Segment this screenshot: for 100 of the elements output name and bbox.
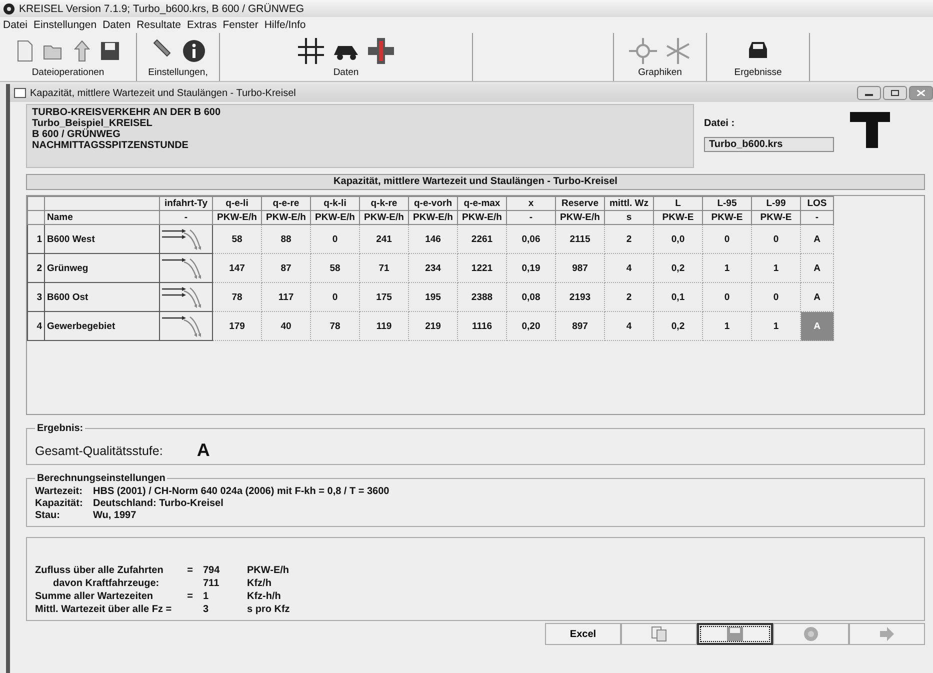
file-label: Datei : <box>704 118 736 129</box>
table-cell: 175 <box>360 282 408 312</box>
unit-cell: s <box>604 210 654 224</box>
table-cell: 0 <box>702 224 752 254</box>
summary-unit: Kfz/h <box>247 577 272 590</box>
unit-cell: PKW-E/h <box>556 210 604 224</box>
table-cell: 0 <box>752 282 800 312</box>
summary-unit: Kfz-h/h <box>247 590 281 603</box>
crossing-icon[interactable] <box>298 38 324 64</box>
column-header: x <box>506 196 556 210</box>
table-cell: 0,2 <box>654 254 702 282</box>
table-cell: 78 <box>310 312 360 340</box>
table-cell: 2193 <box>556 282 604 312</box>
table-cell: 146 <box>408 224 458 254</box>
save-icon[interactable] <box>100 41 120 61</box>
save-icon <box>726 626 744 642</box>
table-cell: 4 <box>604 312 654 340</box>
toolbar-label: Ergebnisse <box>734 67 782 78</box>
table-cell: 0 <box>310 282 360 312</box>
unit-cell: PKW-E/h <box>262 210 310 224</box>
group-legend: Ergebnis: <box>35 423 86 434</box>
project-text: TURBO-KREISVERKEHR AN DER B 600 <box>32 107 222 118</box>
equals-sign: = <box>187 590 193 603</box>
table-cell: 1221 <box>458 254 506 282</box>
table-cell: 1 <box>702 254 752 282</box>
save-button[interactable] <box>697 623 773 645</box>
group-legend: Berechnungseinstellungen <box>35 473 168 484</box>
unit-cell: PKW-E <box>752 210 800 224</box>
los-cell[interactable]: A <box>800 312 834 340</box>
window-icon <box>14 88 26 98</box>
table-cell: B600 Ost <box>44 282 160 312</box>
menu-item[interactable]: Hilfe/Info <box>264 19 306 31</box>
table-cell: 2261 <box>458 224 506 254</box>
table-cell: 40 <box>262 312 310 340</box>
excel-button[interactable]: Excel <box>545 623 621 645</box>
menu-item[interactable]: Extras <box>186 19 217 31</box>
column-header: q-e-re <box>262 196 310 210</box>
table-cell: 0,19 <box>506 254 556 282</box>
table-cell: 0,20 <box>506 312 556 340</box>
column-header: L <box>654 196 702 210</box>
table-cell: 987 <box>556 254 604 282</box>
table-cell: 195 <box>408 282 458 312</box>
table-cell: 119 <box>360 312 408 340</box>
window-title: KREISEL Version 7.1.9; Turbo_b600.krs, B 600 / GRÜNWEG <box>19 2 304 14</box>
los-cell[interactable]: A <box>800 224 834 254</box>
table-cell: 0 <box>310 224 360 254</box>
summary-label: davon Kraftfahrzeuge: <box>53 577 160 590</box>
summary-label: Zufluss über alle Zufahrten <box>35 564 164 577</box>
quality-label: Gesamt-Qualitätsstufe: <box>35 444 163 458</box>
toolbar-label: Dateioperationen <box>32 67 104 78</box>
menu-item[interactable]: Datei <box>3 19 28 31</box>
column-header: LOS <box>800 196 834 210</box>
table-cell: 2388 <box>458 282 506 312</box>
file-field: Turbo_b600.krs <box>704 137 834 152</box>
arrow-up-icon[interactable] <box>72 40 92 62</box>
column-header: q-e-li <box>212 196 262 210</box>
table-cell: 1 <box>702 312 752 340</box>
row-number: 2 <box>28 254 44 282</box>
table-cell: 0,0 <box>654 224 702 254</box>
document-icon[interactable] <box>16 40 34 62</box>
menu-item[interactable]: Fenster <box>222 19 258 31</box>
table-cell: 179 <box>212 312 262 340</box>
table-cell: Grünweg <box>44 254 160 282</box>
column-header: q-k-li <box>310 196 360 210</box>
maximize-button[interactable] <box>883 86 907 100</box>
table-cell: 1 <box>752 254 800 282</box>
menu-item[interactable]: Resultate <box>136 19 181 31</box>
arrow-right-icon <box>879 627 895 641</box>
minimize-button[interactable] <box>857 86 881 100</box>
unit-cell: PKW-E/h <box>458 210 506 224</box>
close-icon <box>917 90 925 96</box>
unit-cell: - <box>160 210 212 224</box>
table-cell: Gewerbegebiet <box>44 312 160 340</box>
table-cell: 1116 <box>458 312 506 340</box>
table-cell: B600 West <box>44 224 160 254</box>
column-header: Name <box>44 210 160 224</box>
table-cell: 234 <box>408 254 458 282</box>
setting-label: Wartezeit: <box>35 486 84 498</box>
setting-value: HBS (2001) / CH-Norm 640 024a (2006) mit F-kh = 0,8 / T = 3600 <box>93 486 390 498</box>
summary-label: Mittl. Wartezeit über alle Fz = <box>35 603 172 616</box>
info-icon[interactable] <box>182 39 206 63</box>
los-cell[interactable]: A <box>800 254 834 282</box>
table-title: Kapazität, mittlere Wartezeit und Staulängen - Turbo-Kreisel <box>26 174 925 190</box>
copy-icon <box>651 626 667 642</box>
junction-icon[interactable] <box>368 38 394 64</box>
menu-item[interactable]: Einstellungen <box>34 19 97 31</box>
table-cell: 2 <box>604 224 654 254</box>
table-cell: 241 <box>360 224 408 254</box>
table-cell: 87 <box>262 254 310 282</box>
column-header: L-95 <box>702 196 752 210</box>
column-header: mittl. Wz <box>604 196 654 210</box>
table-cell: 0,2 <box>654 312 702 340</box>
menu-item[interactable]: Daten <box>102 19 131 31</box>
unit-cell: PKW-E/h <box>310 210 360 224</box>
row-number: 3 <box>28 282 44 312</box>
table-cell: 2 <box>604 282 654 312</box>
column-header: infahrt-Ty <box>160 196 212 210</box>
table-cell: 58 <box>310 254 360 282</box>
table-cell: 897 <box>556 312 604 340</box>
help-icon <box>803 626 819 642</box>
